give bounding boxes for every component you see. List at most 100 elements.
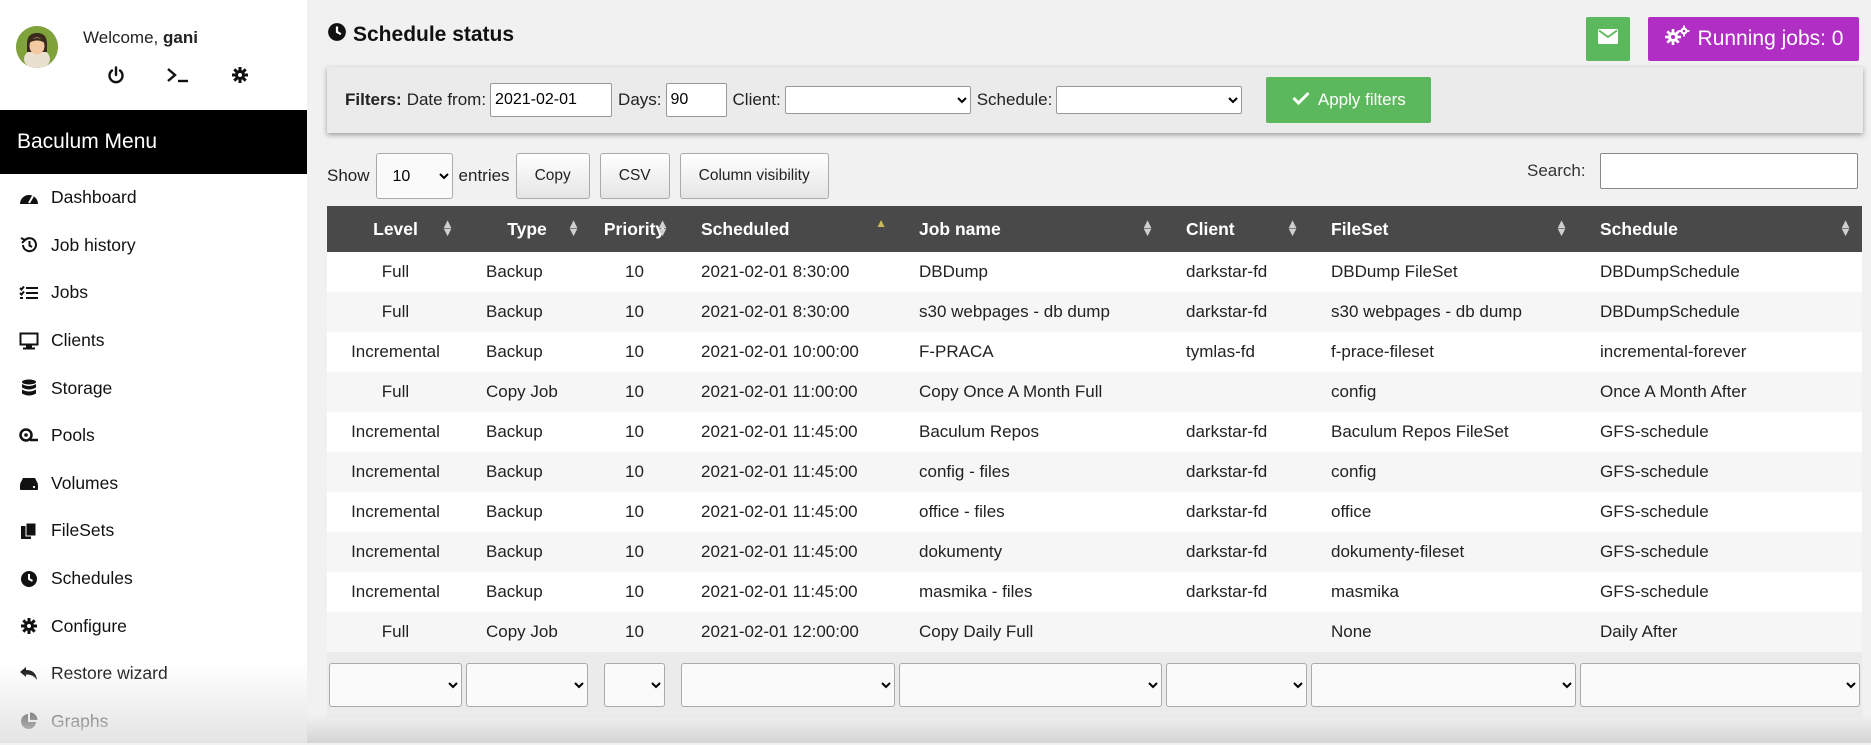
fileset-filter-select[interactable] bbox=[1311, 663, 1576, 707]
table-row[interactable]: Full Copy Job 10 2021-02-01 11:00:00 Copy On… bbox=[327, 372, 1862, 412]
schedule-select[interactable] bbox=[1056, 86, 1243, 114]
column-header-client[interactable]: Client ▲ ▼ bbox=[1164, 206, 1309, 252]
cell-type: Backup bbox=[486, 262, 543, 281]
sidebar-item-filesets[interactable]: FileSets bbox=[0, 507, 307, 555]
cell-job-name: s30 webpages - db dump bbox=[919, 302, 1110, 321]
cell-type: Copy Job bbox=[486, 382, 558, 401]
sidebar-item-label: Storage bbox=[51, 377, 113, 398]
cell-schedule: Daily After bbox=[1600, 622, 1678, 641]
table-row[interactable]: Full Copy Job 10 2021-02-01 12:00:00 Copy Da… bbox=[327, 612, 1862, 652]
sidebar-item-label: Configure bbox=[51, 615, 127, 636]
cell-scheduled: 2021-02-01 11:45:00 bbox=[701, 462, 858, 481]
cell-client: darkstar-fd bbox=[1186, 302, 1268, 321]
settings-gear-icon[interactable] bbox=[224, 62, 256, 88]
sidebar-item-storage[interactable]: Storage bbox=[0, 364, 307, 412]
cell-scheduled: 2021-02-01 8:30:00 bbox=[701, 302, 850, 321]
client-filter-select[interactable] bbox=[1166, 663, 1307, 707]
csv-button[interactable]: CSV bbox=[599, 153, 670, 199]
sidebar-item-graphs[interactable]: Graphs bbox=[0, 698, 307, 745]
cell-fileset: f-prace-fileset bbox=[1331, 342, 1434, 361]
messages-button[interactable] bbox=[1586, 17, 1630, 61]
table-row[interactable]: Incremental Backup 10 2021-02-01 11:45:00 co… bbox=[327, 452, 1862, 492]
clock-icon bbox=[17, 568, 41, 590]
cell-fileset: s30 webpages - db dump bbox=[1331, 302, 1522, 321]
table-row[interactable]: Incremental Backup 10 2021-02-01 11:45:00 of… bbox=[327, 492, 1862, 532]
sidebar-item-job-history[interactable]: Job history bbox=[0, 222, 307, 270]
scheduled-filter-select[interactable] bbox=[681, 663, 895, 707]
avatar bbox=[16, 26, 58, 68]
column-header-schedule[interactable]: Schedule ▲ ▼ bbox=[1578, 206, 1862, 252]
column-visibility-button[interactable]: Column visibility bbox=[679, 153, 829, 199]
cell-level: Incremental bbox=[351, 542, 440, 561]
copy-button[interactable]: Copy bbox=[515, 153, 590, 199]
terminal-icon[interactable] bbox=[162, 62, 194, 88]
cell-scheduled: 2021-02-01 10:00:00 bbox=[701, 342, 859, 361]
sidebar-item-jobs[interactable]: Jobs bbox=[0, 269, 307, 317]
cell-level: Full bbox=[381, 382, 410, 401]
sidebar-item-label: Jobs bbox=[51, 282, 88, 303]
cell-job-name: DBDump bbox=[919, 262, 988, 281]
welcome-prefix: Welcome, bbox=[83, 28, 163, 47]
cell-schedule: GFS-schedule bbox=[1600, 462, 1709, 481]
sidebar-item-restore-wizard[interactable]: Restore wizard bbox=[0, 650, 307, 698]
cell-fileset: None bbox=[1331, 622, 1372, 641]
priority-filter-select[interactable] bbox=[604, 663, 665, 707]
table-row[interactable]: Incremental Backup 10 2021-02-01 11:45:00 Ba… bbox=[327, 412, 1862, 452]
bottom-fade bbox=[307, 715, 1871, 743]
client-select[interactable] bbox=[784, 86, 971, 114]
table-row[interactable]: Full Backup 10 2021-02-01 8:30:00 s30 webpag… bbox=[327, 292, 1862, 332]
cell-job-name: Copy Once A Month Full bbox=[919, 382, 1103, 401]
scheduled-filter-cell bbox=[679, 652, 897, 718]
table-row[interactable]: Incremental Backup 10 2021-02-01 10:00:00 F-… bbox=[327, 332, 1862, 372]
column-header-type[interactable]: Type ▲ ▼ bbox=[464, 206, 590, 252]
sidebar-item-volumes[interactable]: Volumes bbox=[0, 460, 307, 508]
power-icon[interactable] bbox=[100, 62, 132, 88]
client-label: Client: bbox=[732, 90, 781, 109]
days-input[interactable] bbox=[665, 83, 727, 117]
table-row[interactable]: Incremental Backup 10 2021-02-01 11:45:00 do… bbox=[327, 532, 1862, 572]
page-length-select[interactable]: 10 bbox=[375, 153, 453, 199]
cell-priority: 10 bbox=[625, 622, 644, 641]
cell-job-name: Baculum Repos bbox=[919, 422, 1040, 441]
sidebar-item-configure[interactable]: Configure bbox=[0, 602, 307, 650]
pools-icon bbox=[17, 425, 41, 447]
cell-priority: 10 bbox=[625, 382, 644, 401]
type-filter-select[interactable] bbox=[466, 663, 588, 707]
desktop-icon bbox=[17, 330, 41, 352]
sidebar-item-clients[interactable]: Clients bbox=[0, 317, 307, 365]
column-header-fileset[interactable]: FileSet ▲ ▼ bbox=[1309, 206, 1578, 252]
database-icon bbox=[17, 377, 41, 399]
date-from-input[interactable] bbox=[490, 83, 613, 117]
cell-scheduled: 2021-02-01 8:30:00 bbox=[701, 262, 850, 281]
table-row[interactable]: Full Backup 10 2021-02-01 8:30:00 DBDump dark… bbox=[327, 252, 1862, 292]
sidebar-item-schedules[interactable]: Schedules bbox=[0, 555, 307, 603]
cell-client: darkstar-fd bbox=[1186, 542, 1268, 561]
cell-job-name: dokumenty bbox=[919, 542, 1003, 561]
column-header-level[interactable]: Level ▲ ▼ bbox=[327, 206, 464, 252]
list-icon bbox=[17, 282, 41, 304]
search-input[interactable] bbox=[1600, 153, 1858, 189]
cell-job-name: office - files bbox=[919, 502, 1005, 521]
apply-filters-button[interactable]: Apply filters bbox=[1266, 77, 1432, 123]
cell-level: Incremental bbox=[351, 342, 440, 361]
job-name-filter-select[interactable] bbox=[899, 663, 1162, 707]
page-title-text: Schedule status bbox=[353, 23, 515, 46]
cell-client bbox=[1164, 372, 1309, 412]
level-filter-select[interactable] bbox=[329, 663, 462, 707]
column-header-priority[interactable]: Priority ▲ ▼ bbox=[590, 206, 679, 252]
running-jobs-button[interactable]: Running jobs: 0 bbox=[1648, 17, 1859, 61]
column-header-job-name[interactable]: Job name ▲ ▼ bbox=[897, 206, 1164, 252]
column-header-scheduled[interactable]: Scheduled ▲ bbox=[679, 206, 897, 252]
schedule-filter-select[interactable] bbox=[1580, 663, 1860, 707]
dashboard-icon bbox=[17, 187, 41, 209]
table-row[interactable]: Incremental Backup 10 2021-02-01 11:45:00 ma… bbox=[327, 572, 1862, 612]
sidebar-item-pools[interactable]: Pools bbox=[0, 412, 307, 460]
sidebar-item-dashboard[interactable]: Dashboard bbox=[0, 174, 307, 222]
filters-label: Filters: bbox=[345, 90, 402, 109]
cog-icon bbox=[17, 615, 41, 637]
main-content: Schedule status Running jobs: 0 Filters:… bbox=[307, 0, 1871, 743]
cell-priority: 10 bbox=[625, 582, 644, 601]
sidebar-item-label: Job history bbox=[51, 234, 136, 255]
sort-icon: ▲ ▼ bbox=[1141, 216, 1154, 239]
schedule-filter-cell bbox=[1578, 652, 1862, 718]
